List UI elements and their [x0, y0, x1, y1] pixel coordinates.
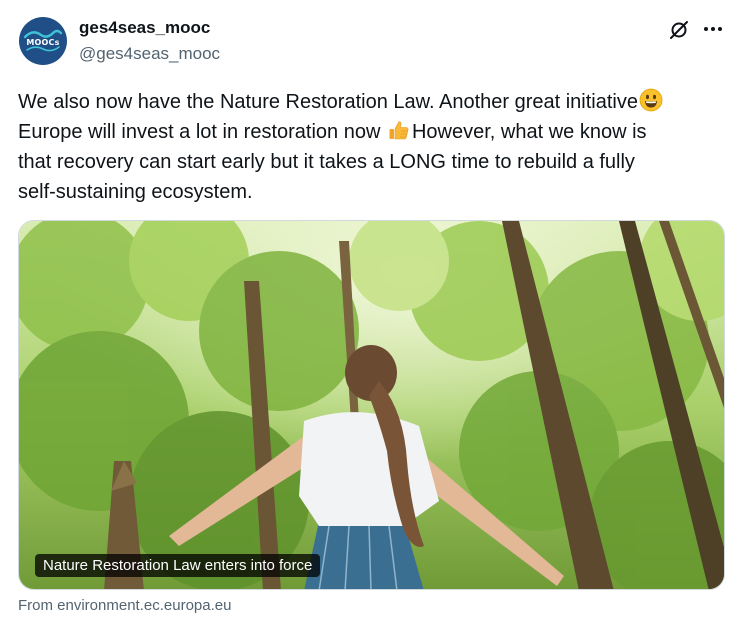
forest-photo: [19, 221, 724, 589]
author-display-name[interactable]: ges4seas_mooc: [79, 18, 210, 38]
tweet-line: Europe will invest a lot in restoration …: [18, 117, 730, 147]
avatar[interactable]: MOOCs: [19, 17, 67, 65]
link-card-image[interactable]: Nature Restoration Law enters into force: [18, 220, 725, 590]
tweet: MOOCs ges4seas_mooc @ges4seas_mooc We al…: [0, 0, 744, 638]
more-button[interactable]: [700, 18, 726, 40]
tweet-line-text: However, what we know is: [411, 121, 647, 143]
avatar-label: MOOCs: [26, 38, 60, 47]
grok-button[interactable]: [668, 19, 690, 41]
tweet-line: We also now have the Nature Restoration …: [18, 87, 730, 117]
tweet-text: We also now have the Nature Restoration …: [18, 87, 730, 207]
grok-icon: [670, 21, 688, 39]
tweet-line: self-sustaining ecosystem.: [18, 181, 253, 203]
more-icon: [704, 27, 722, 31]
grinning-face-icon: [639, 88, 663, 112]
thumbs-up-icon: [389, 121, 409, 140]
tweet-line-text: We also now have the Nature Restoration …: [18, 91, 638, 113]
tweet-line: that recovery can start early but it tak…: [18, 151, 635, 173]
link-card-source[interactable]: From environment.ec.europa.eu: [18, 597, 231, 614]
tweet-line-text: Europe will invest a lot in restoration …: [18, 121, 381, 143]
link-card-caption: Nature Restoration Law enters into force: [35, 554, 321, 577]
author-handle[interactable]: @ges4seas_mooc: [79, 44, 220, 64]
